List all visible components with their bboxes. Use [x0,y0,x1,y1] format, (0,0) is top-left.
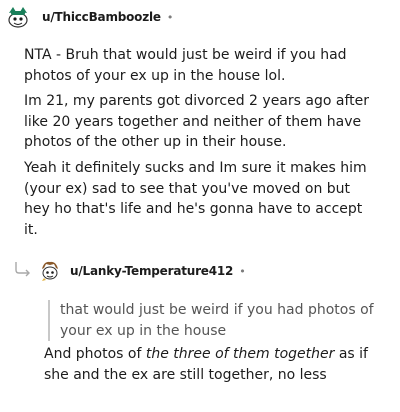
snoo-avatar-icon[interactable] [4,3,32,31]
separator-dot: • [239,264,246,278]
comment-paragraph: And photos of the three of them together… [44,344,384,385]
reply-text-start: And photos of [44,346,146,362]
blockquote: that would just be weird if you had phot… [48,300,390,341]
comment-header: u/Lanky-Temperature412 • [36,256,246,286]
username[interactable]: u/ThiccBamboozle [42,10,161,24]
reply-arrow-icon [12,260,34,278]
comment-header: u/ThiccBamboozle • [0,2,173,32]
comment-paragraph: Im 21, my parents got divorced 2 years a… [24,93,369,150]
snoo-avatar-icon[interactable] [38,259,62,283]
username[interactable]: u/Lanky-Temperature412 [70,264,233,278]
comment-paragraph: Yeah it definitely sucks and Im sure it … [24,160,367,238]
comment-paragraph: NTA - Bruh that would just be weird if y… [24,47,347,84]
separator-dot: • [166,10,174,24]
reply-text-emphasis: the three of them together [145,346,335,362]
